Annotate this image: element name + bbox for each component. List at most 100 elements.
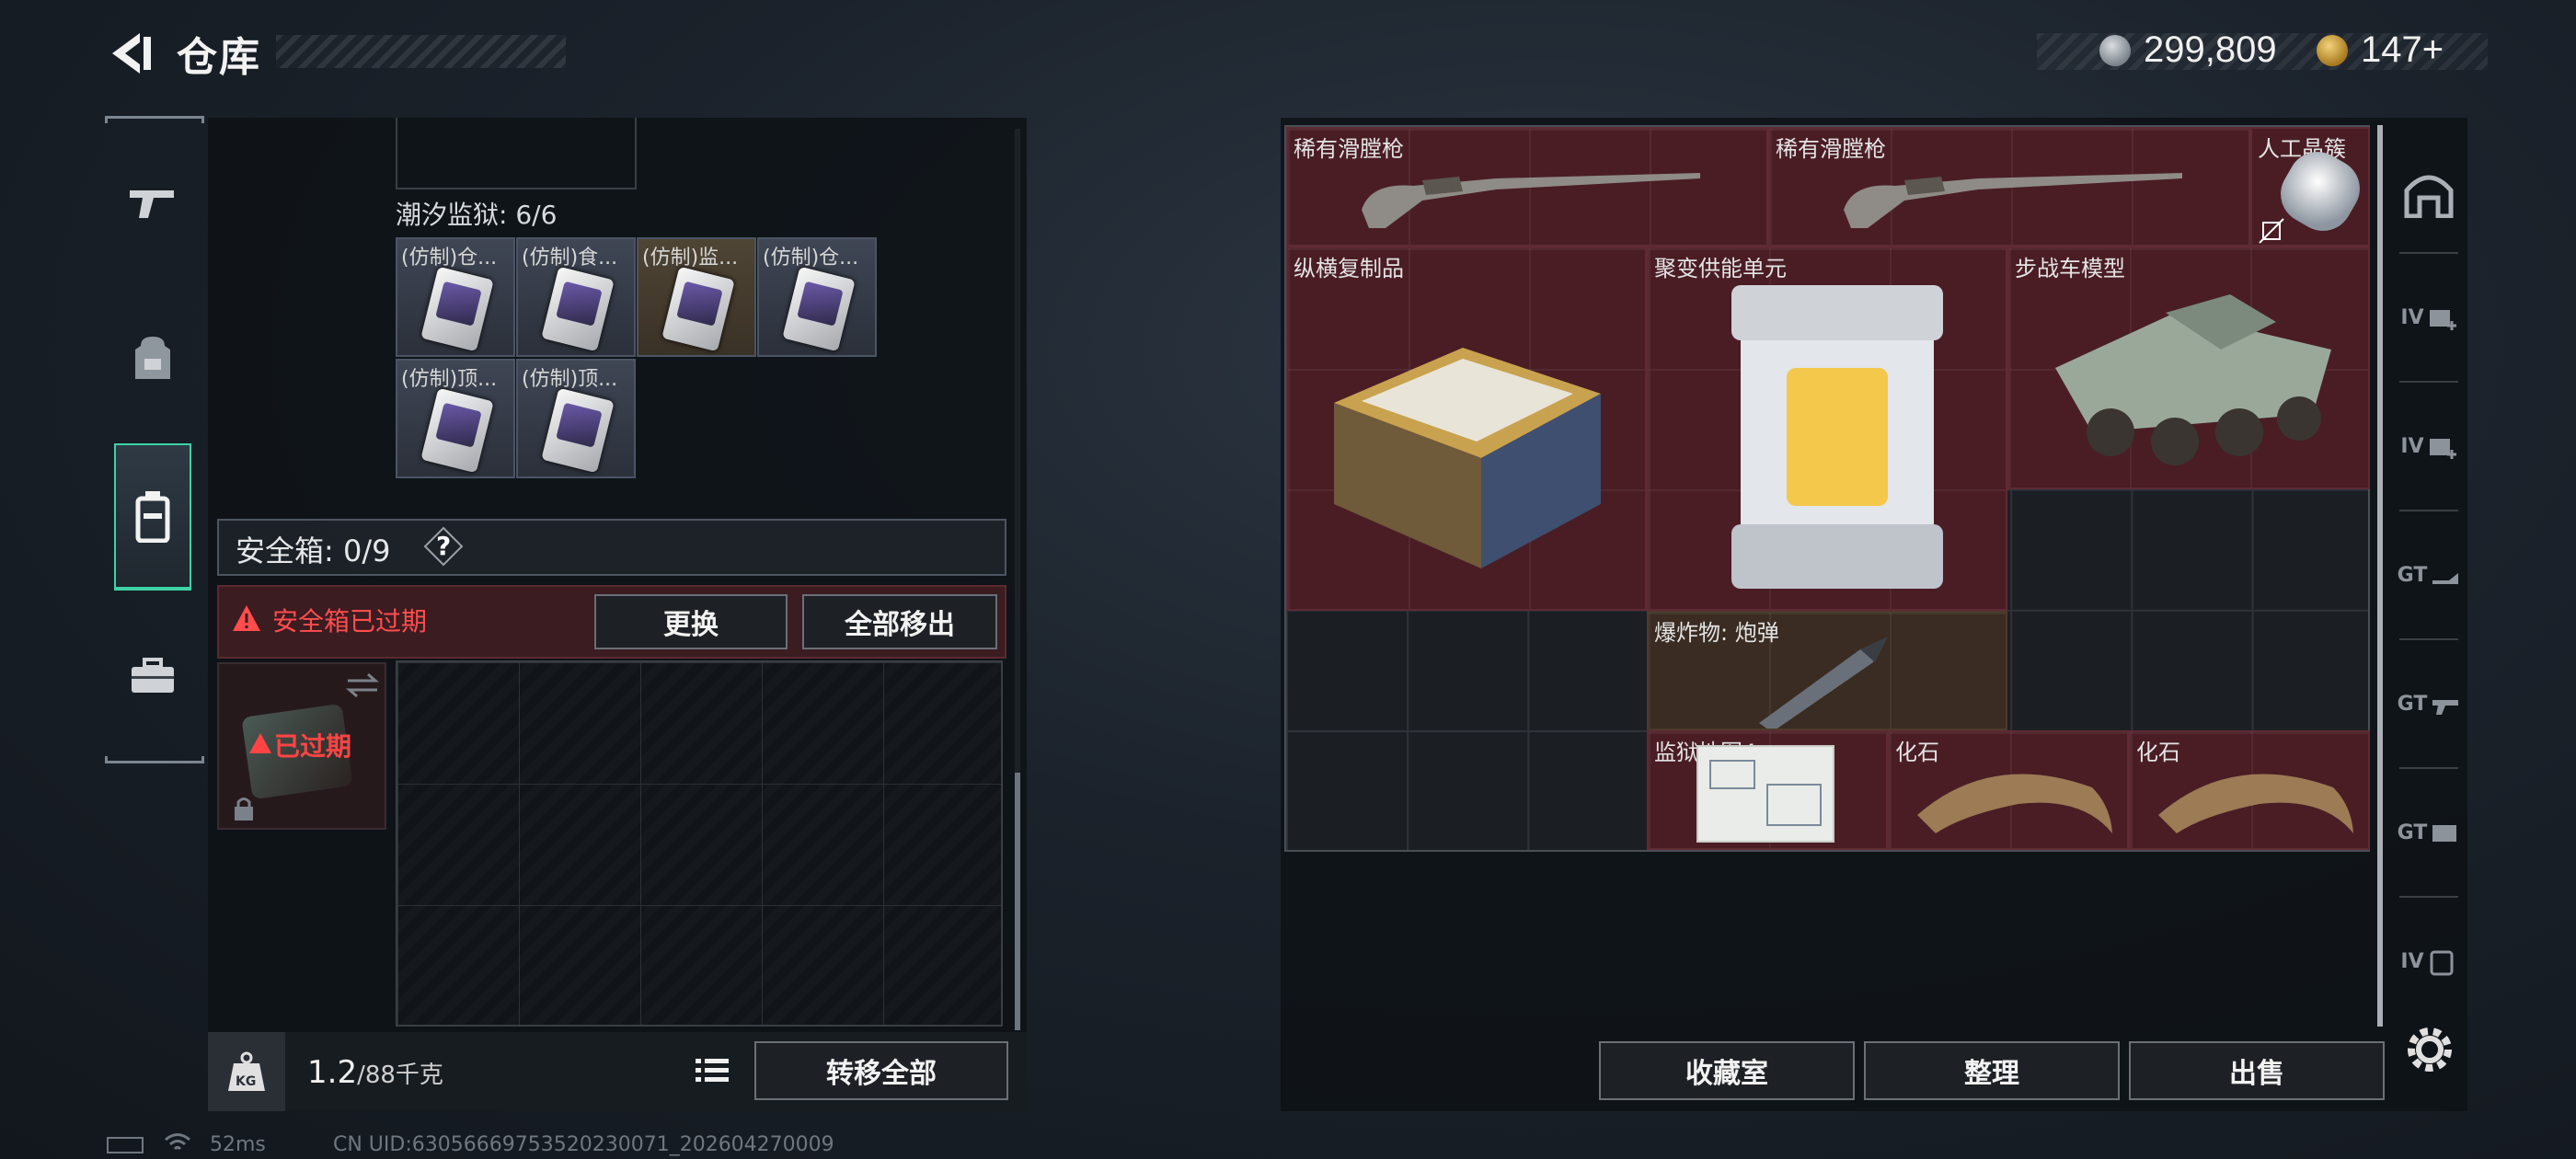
item-slot[interactable]: (仿制)顶... — [516, 359, 636, 478]
weight-value: 1.2 — [307, 1054, 358, 1091]
weight-icon: KG — [208, 1032, 285, 1111]
expired-warning-icon — [249, 733, 271, 753]
weight-max: /88千克 — [357, 1061, 443, 1089]
stash-item[interactable]: 稀有滑膛枪 — [1286, 127, 1768, 247]
sell-button[interactable]: 出售 — [2129, 1041, 2385, 1100]
keycard-icon — [661, 266, 735, 352]
nav-bracket-top — [105, 116, 204, 123]
stash-item[interactable]: 人工晶簇 — [2250, 127, 2370, 247]
nav-toolbox[interactable] — [114, 625, 191, 727]
gold-coin-icon — [2317, 35, 2348, 66]
transfer-all-button[interactable]: 转移全部 — [754, 1041, 1008, 1100]
fusion-unit-icon — [1731, 285, 1943, 589]
rifle-gear-icon — [2432, 700, 2459, 715]
side-tab-home[interactable] — [2392, 143, 2466, 245]
nav-weapons[interactable] — [114, 153, 191, 254]
stash-item[interactable]: 爆炸物: 炮弹 — [1647, 611, 2007, 730]
item-slot[interactable]: (仿制)监... — [637, 237, 756, 357]
item-label: (仿制)仓... — [763, 247, 859, 270]
move-all-out-button[interactable]: 全部移出 — [802, 594, 997, 649]
warning-icon — [233, 605, 260, 631]
side-tab-divider — [2399, 252, 2458, 254]
side-tab-divider — [2399, 638, 2458, 640]
item-label: (仿制)食... — [522, 247, 618, 270]
item-slot-above — [396, 118, 637, 189]
medkit-add-icon — [2429, 439, 2456, 459]
shell-icon — [1759, 637, 1888, 729]
stash-item[interactable]: 步战车模型 — [2007, 247, 2370, 489]
nav-safe-box[interactable] — [114, 443, 191, 591]
no-sell-icon — [2259, 218, 2284, 244]
right-scroll-thumb[interactable] — [2377, 125, 2383, 1027]
side-tab-label: IV — [2400, 949, 2424, 973]
sort-button[interactable]: 整理 — [1864, 1041, 2120, 1100]
side-tab-1[interactable]: IV — [2392, 267, 2466, 368]
side-tab-divider — [2399, 767, 2458, 769]
prison-set-title: 潮汐监狱: 6/6 — [396, 200, 558, 230]
silver-currency-value: 299,809 — [2144, 29, 2277, 70]
hand-gear-icon — [2432, 573, 2459, 584]
fossil-claw-icon — [1917, 774, 2112, 833]
list-view-icon[interactable] — [688, 1045, 736, 1096]
fossil-claw-icon — [2158, 774, 2353, 833]
item-label: 纵横复制品 — [1294, 256, 1404, 281]
item-label: (仿制)顶... — [401, 368, 498, 391]
chessboard-icon — [1334, 348, 1601, 568]
silver-coin-icon — [2099, 35, 2131, 66]
stash-item[interactable]: 化石 — [2129, 730, 2370, 850]
side-tab-label: GT — [2397, 692, 2428, 716]
page-title: 仓库 — [177, 34, 261, 81]
keycard-icon — [420, 266, 494, 352]
gun-icon — [130, 190, 174, 218]
keycard-icon — [541, 387, 615, 474]
side-tab-4[interactable]: GT — [2392, 653, 2466, 754]
musket-icon — [1844, 173, 2182, 228]
stash-item[interactable]: 聚变供能单元 — [1647, 247, 2007, 611]
lock-icon — [235, 798, 253, 820]
nav-bracket-bottom — [105, 756, 204, 763]
side-tab-divider — [2399, 896, 2458, 898]
item-slot[interactable]: (仿制)仓... — [757, 237, 877, 357]
item-label: (仿制)监... — [642, 247, 739, 270]
side-tab-label: GT — [2397, 820, 2428, 844]
stash-item[interactable]: 纵横复制品 — [1286, 247, 1647, 611]
help-icon[interactable]: ? — [423, 526, 464, 567]
item-slot[interactable]: (仿制)顶... — [396, 359, 515, 478]
replace-button[interactable]: 更换 — [594, 594, 788, 649]
gold-currency-value[interactable]: 147+ — [2361, 29, 2444, 71]
side-tab-6[interactable]: IV — [2392, 911, 2466, 1012]
safe-box-grid[interactable] — [396, 660, 1003, 1027]
side-tab-5[interactable]: GT — [2392, 782, 2466, 883]
item-slot[interactable]: (仿制)食... — [516, 237, 636, 357]
side-tab-2[interactable]: IV — [2392, 396, 2466, 497]
prison-map-icon — [1696, 745, 1834, 843]
side-tab-divider — [2399, 381, 2458, 383]
side-tab-3[interactable]: GT — [2392, 524, 2466, 625]
help-mark: ? — [436, 531, 452, 561]
left-scroll-thumb[interactable] — [1015, 773, 1020, 1030]
back-arrow-icon[interactable] — [103, 26, 158, 81]
stash-item[interactable]: 监狱地图4 — [1647, 730, 1888, 850]
safe-box-capacity: 安全箱: 0/9 — [236, 534, 391, 568]
keycard-icon — [541, 266, 615, 352]
keycard-icon — [420, 387, 494, 474]
medkit-add-icon — [2429, 310, 2456, 330]
stash-item[interactable]: 化石 — [1888, 730, 2129, 850]
side-tab-label: IV — [2400, 434, 2424, 458]
uid-readout: CN UID:6305666975352023007​1_20260427000… — [333, 1133, 834, 1156]
stash-item[interactable]: 稀有滑膛枪 — [1768, 127, 2250, 247]
title-stripe — [276, 35, 566, 68]
case-expired-label: 已过期 — [274, 731, 352, 762]
collection-room-button[interactable]: 收藏室 — [1599, 1041, 1855, 1100]
ping-readout: 52ms — [210, 1133, 266, 1156]
folder-gear-icon — [2432, 825, 2457, 842]
gear-icon[interactable] — [2401, 1021, 2458, 1078]
nav-gear[interactable] — [114, 307, 191, 408]
item-label: (仿制)顶... — [522, 368, 618, 391]
battery-icon — [107, 1137, 144, 1153]
bunker-icon — [2404, 175, 2454, 218]
safe-case-icon — [135, 491, 170, 543]
backpack-gear-icon — [2430, 950, 2454, 976]
item-slot[interactable]: (仿制)仓... — [396, 237, 515, 357]
weight-readout: 1.2/88千克 — [307, 1054, 443, 1091]
